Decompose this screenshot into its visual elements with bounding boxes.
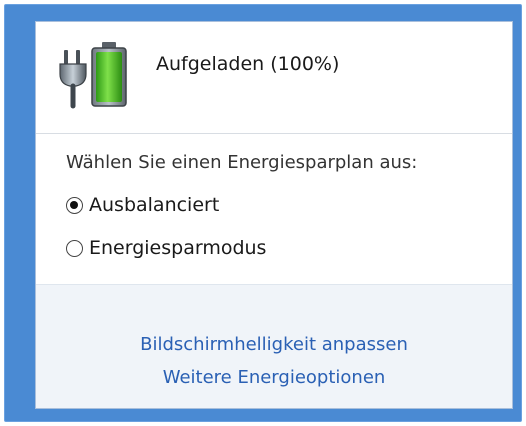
battery-status-header: Aufgeladen (100%) [36,22,512,132]
more-power-options-link[interactable]: Weitere Energieoptionen [36,367,512,388]
adjust-brightness-link[interactable]: Bildschirmhelligkeit anpassen [36,334,512,355]
battery-flyout: Aufgeladen (100%) Wählen Sie einen Energ… [35,21,513,409]
radio-selected-icon[interactable] [66,196,83,214]
flyout-footer: Bildschirmhelligkeit anpassen Weitere En… [36,284,512,408]
power-plan-prompt: Wählen Sie einen Energiesparplan aus: [66,152,418,173]
power-plan-option-label: Ausbalanciert [89,194,220,216]
battery-plugged-icon [58,40,134,114]
power-plan-option-label: Energiesparmodus [89,237,267,259]
radio-unselected-icon[interactable] [66,239,83,257]
power-plan-option-balanced[interactable]: Ausbalanciert [66,191,219,219]
power-plan-option-power-saver[interactable]: Energiesparmodus [66,234,266,262]
flyout-window-frame: Aufgeladen (100%) Wählen Sie einen Energ… [4,4,522,422]
battery-status-text: Aufgeladen (100%) [156,53,340,75]
section-divider [36,133,512,134]
